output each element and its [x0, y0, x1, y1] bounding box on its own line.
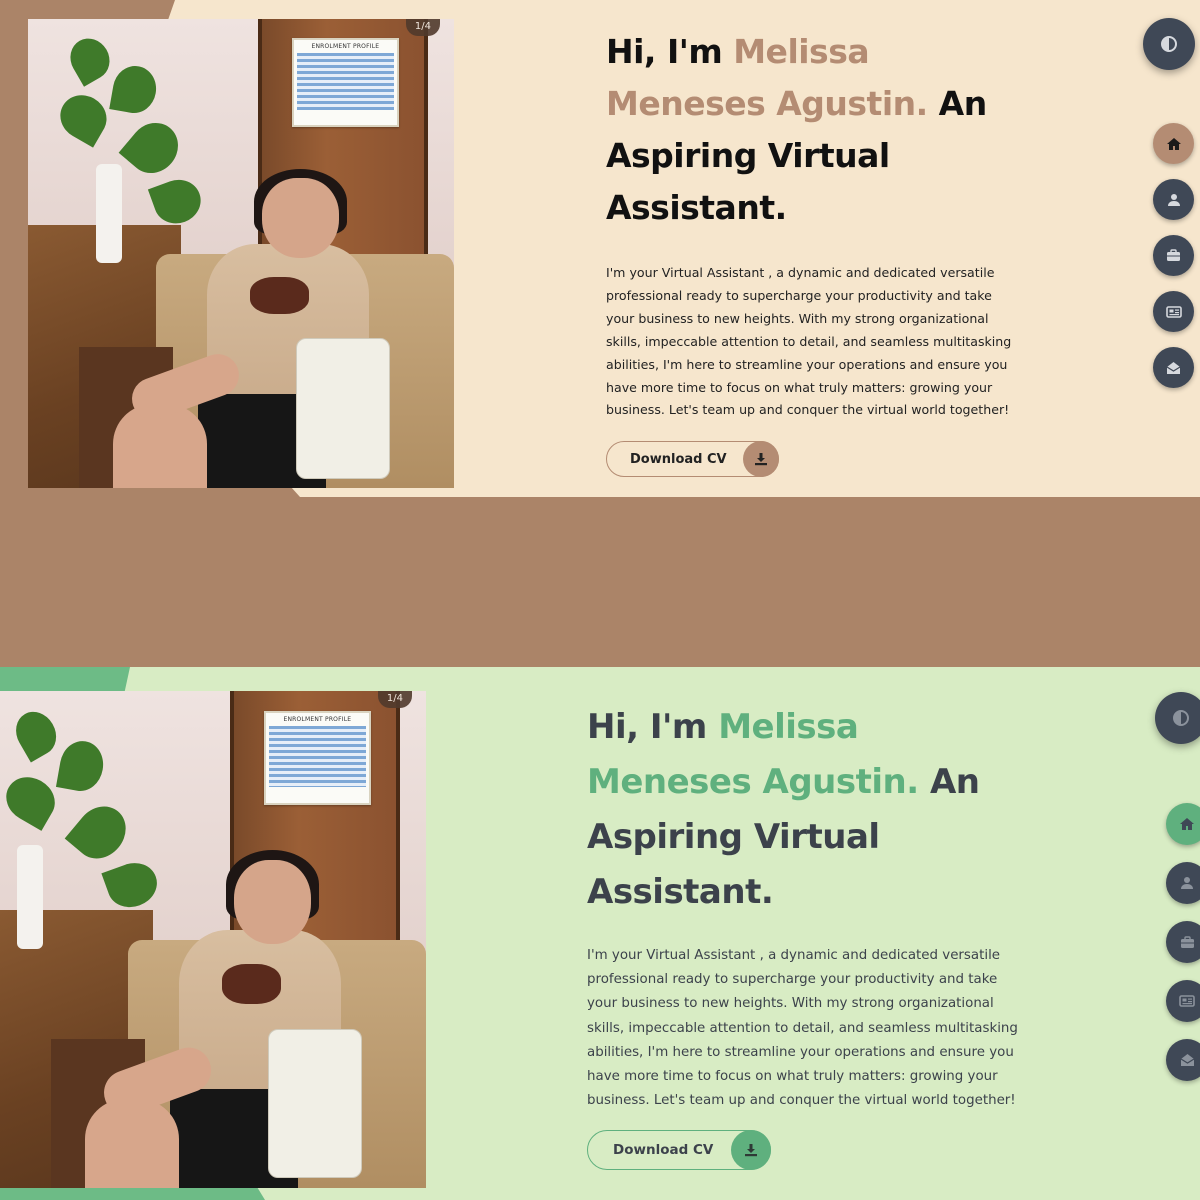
nav-portfolio[interactable] — [1166, 921, 1200, 963]
bio-paragraph: I'm your Virtual Assistant , a dynamic a… — [587, 948, 1018, 1109]
headline: Hi, I'm Melissa Meneses Agustin. An Aspi… — [606, 26, 1026, 234]
nav-home[interactable] — [1153, 123, 1194, 164]
decorative-corner — [0, 667, 130, 691]
poster-title: ENROLMENT PROFILE — [311, 42, 380, 50]
headline-greeting: Hi, I'm — [606, 32, 734, 71]
newspaper-icon — [1165, 305, 1182, 318]
download-cv-label: Download CV — [613, 1142, 714, 1159]
user-icon — [1180, 876, 1194, 890]
download-cv-label: Download CV — [630, 451, 727, 467]
download-cv-button[interactable]: Download CV — [587, 1130, 771, 1171]
home-icon — [1179, 817, 1195, 831]
user-icon — [1167, 193, 1181, 207]
envelope-open-icon — [1166, 361, 1181, 375]
water-bottle — [96, 164, 122, 263]
decorative-corner — [0, 1187, 265, 1200]
tote-bag — [296, 337, 391, 479]
nav-contact[interactable] — [1153, 347, 1194, 388]
side-navigation — [1166, 803, 1200, 1081]
nav-blog[interactable] — [1166, 980, 1200, 1022]
photo-poster: ENROLMENT PROFILE — [264, 710, 371, 806]
briefcase-icon — [1166, 249, 1181, 262]
headline: Hi, I'm Melissa Meneses Agustin. An Aspi… — [587, 700, 1027, 920]
contrast-icon — [1160, 35, 1178, 53]
nav-portfolio[interactable] — [1153, 235, 1194, 276]
theme-toggle-button[interactable] — [1155, 692, 1200, 744]
poster-table — [297, 52, 394, 110]
tote-bag — [268, 1028, 363, 1179]
bio-paragraph: I'm your Virtual Assistant , a dynamic a… — [606, 265, 1012, 418]
hero-text: Hi, I'm Melissa Meneses Agustin. An Aspi… — [587, 700, 1027, 1171]
profile-photo-carousel[interactable]: ENROLMENT PROFILE 1/4 — [28, 19, 454, 488]
hero-text: Hi, I'm Melissa Meneses Agustin. An Aspi… — [606, 26, 1026, 478]
decorative-corner — [0, 487, 300, 497]
hero-section-green: ENROLMENT PROFILE 1/4 Hi, I'm Melissa Me… — [0, 667, 1200, 1200]
decorative-edge — [0, 0, 30, 497]
person-face — [234, 859, 311, 945]
download-cv-button[interactable]: Download CV — [606, 441, 779, 478]
uniform-bow — [249, 276, 310, 315]
profile-photo-carousel[interactable]: ENROLMENT PROFILE 1/4 — [0, 691, 426, 1188]
photo-counter: 1/4 — [377, 691, 412, 708]
side-navigation — [1153, 123, 1194, 388]
envelope-open-icon — [1180, 1053, 1195, 1067]
hero-section-beige: ENROLMENT PROFILE 1/4 Hi, I'm Melissa Me… — [0, 0, 1200, 497]
newspaper-icon — [1179, 995, 1195, 1007]
uniform-bow — [221, 964, 282, 1005]
photo-counter: 1/4 — [405, 19, 440, 36]
nav-about[interactable] — [1166, 862, 1200, 904]
nav-home[interactable] — [1166, 803, 1200, 845]
nav-contact[interactable] — [1166, 1039, 1200, 1081]
contrast-icon — [1172, 709, 1190, 727]
water-bottle — [17, 845, 43, 950]
download-icon — [731, 1130, 771, 1171]
photo-poster: ENROLMENT PROFILE — [292, 37, 399, 127]
download-icon — [743, 441, 779, 478]
home-icon — [1166, 137, 1182, 151]
headline-greeting: Hi, I'm — [587, 707, 719, 747]
briefcase-icon — [1180, 935, 1195, 949]
poster-table — [269, 725, 366, 787]
nav-blog[interactable] — [1153, 291, 1194, 332]
person-face — [262, 178, 339, 259]
nav-about[interactable] — [1153, 179, 1194, 220]
poster-title: ENROLMENT PROFILE — [283, 715, 352, 723]
theme-toggle-button[interactable] — [1143, 18, 1195, 70]
